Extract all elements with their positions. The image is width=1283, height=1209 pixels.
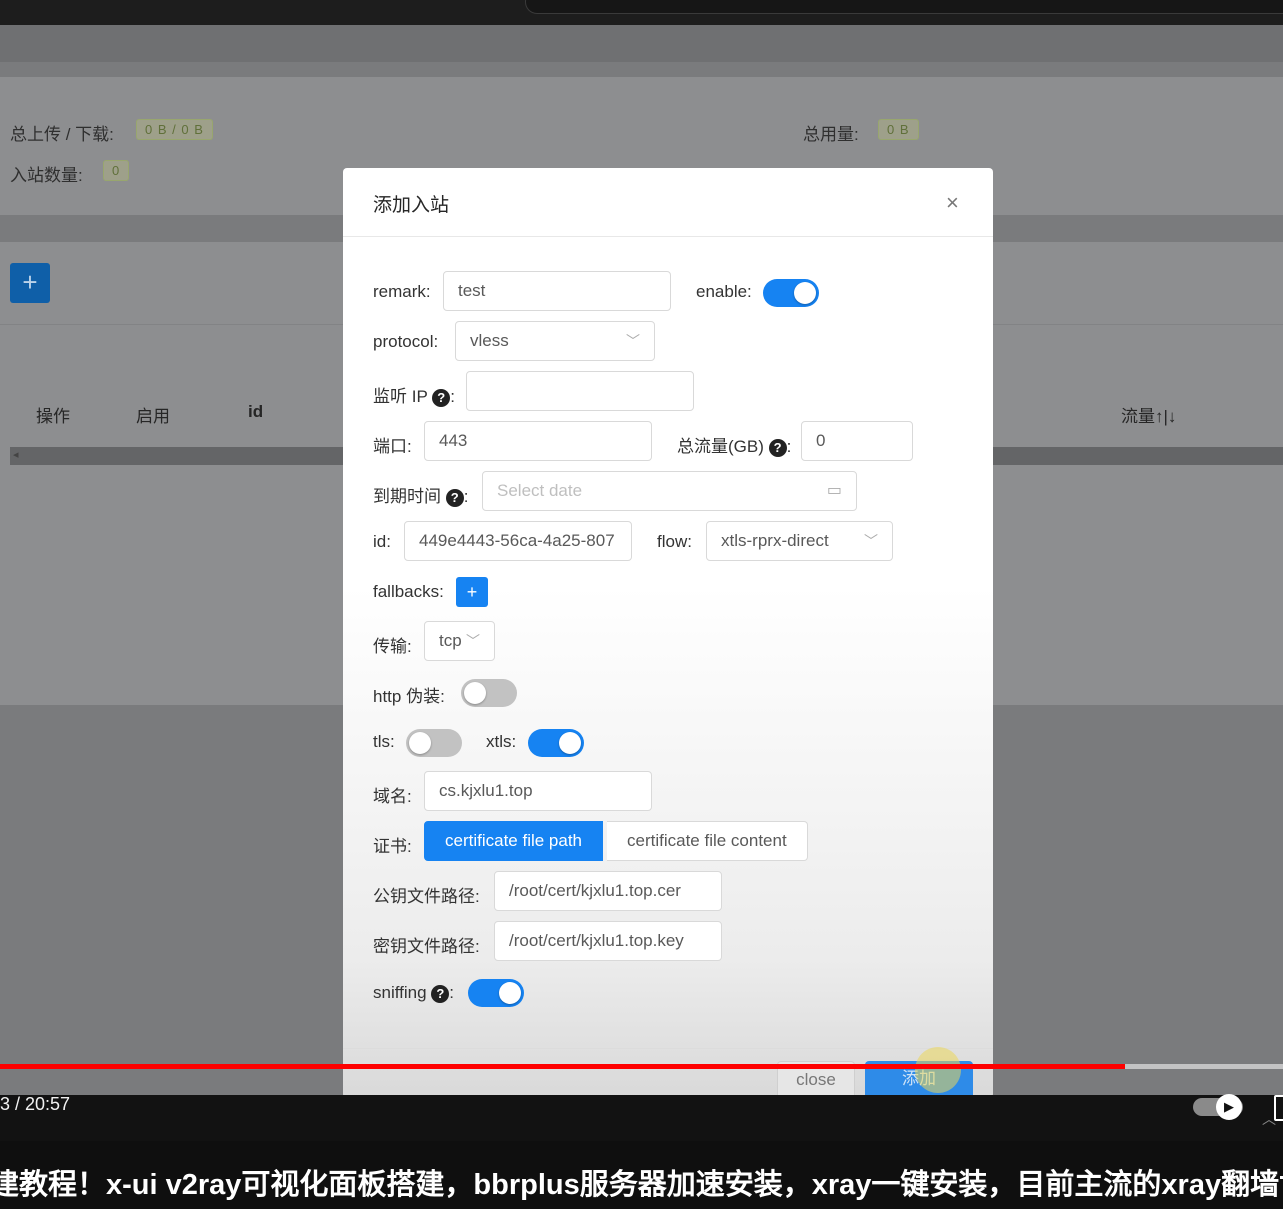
total-traffic-label: 总流量(GB) ?: — [677, 437, 792, 457]
total-used-label: 总用量: — [803, 125, 859, 144]
toggle-knob — [559, 732, 581, 754]
transport-value: tcp — [439, 631, 462, 650]
total-traffic-label-text: 总流量(GB) — [677, 437, 764, 456]
calendar-icon: ▭ — [826, 482, 842, 499]
autoplay-toggle[interactable]: ▶ — [1193, 1094, 1243, 1120]
protocol-value: vless — [470, 331, 509, 350]
http-camouflage-toggle[interactable] — [461, 679, 517, 707]
chevron-down-icon: ﹀ — [864, 533, 878, 549]
tls-toggle[interactable] — [406, 729, 462, 757]
upload-download-label: 总上传 / 下载: — [10, 125, 114, 144]
help-icon[interactable]: ? — [768, 438, 787, 457]
video-control-bar: ▶ ︿ — [0, 1094, 1283, 1141]
id-label: id: — [373, 532, 391, 551]
inbound-count-value: 0 — [103, 160, 130, 181]
protocol-label: protocol: — [373, 332, 439, 351]
modal-footer-divider — [343, 1048, 993, 1049]
add-inbound-modal: 添加入站 × remark: test enable: protocol: vl… — [343, 168, 993, 1098]
certificate-label: 证书: — [373, 837, 412, 856]
upload-download-value: 0 B / 0 B — [136, 119, 213, 140]
modal-header: 添加入站 × — [343, 168, 993, 237]
close-icon[interactable]: × — [946, 190, 959, 216]
flow-select[interactable]: xtls-rprx-direct ﹀ — [706, 521, 893, 561]
port-input[interactable]: 443 — [424, 421, 652, 461]
chevron-down-icon: ﹀ — [626, 333, 640, 349]
video-title[interactable]: 建教程！x-ui v2ray可视化面板搭建，bbrplus服务器加速安装，xra… — [0, 1161, 1283, 1203]
enable-label: enable: — [696, 282, 752, 301]
public-key-path-label: 公钥文件路径: — [373, 887, 480, 906]
toggle-knob — [499, 982, 521, 1004]
flow-label: flow: — [657, 532, 692, 551]
help-icon[interactable]: ? — [431, 984, 450, 1003]
expiry-label-text: 到期时间 — [373, 487, 441, 506]
xtls-toggle[interactable] — [528, 729, 584, 757]
uuid-input[interactable]: 449e4443-56ca-4a25-807 — [404, 521, 632, 561]
listen-ip-label: 监听 IP ?: — [373, 387, 455, 407]
total-used-value: 0 B — [878, 119, 919, 140]
listen-ip-input[interactable] — [466, 371, 694, 411]
help-icon[interactable]: ? — [445, 488, 464, 507]
page-header-band — [0, 25, 1283, 62]
expiry-placeholder: Select date — [497, 481, 583, 500]
sniffing-toggle[interactable] — [468, 979, 524, 1007]
certificate-file-content-option[interactable]: certificate file content — [607, 821, 808, 861]
total-traffic-input[interactable]: 0 — [801, 421, 913, 461]
col-enabled: 启用 — [136, 407, 170, 426]
cursor-highlight — [915, 1047, 961, 1093]
private-key-path-label: 密钥文件路径: — [373, 937, 480, 956]
remark-label: remark: — [373, 282, 431, 301]
private-key-path-input[interactable]: /root/cert/kjxlu1.top.key — [494, 921, 722, 961]
port-label: 端口: — [373, 437, 412, 456]
remark-input[interactable]: test — [443, 271, 671, 311]
enable-toggle[interactable] — [763, 279, 819, 307]
sniffing-label-text: sniffing — [373, 983, 427, 1002]
transport-select[interactable]: tcp ﹀ — [424, 621, 495, 661]
video-progress-fill — [0, 1064, 1125, 1069]
listen-ip-label-text: 监听 IP — [373, 387, 428, 406]
flow-value: xtls-rprx-direct — [721, 531, 829, 550]
protocol-select[interactable]: vless ﹀ — [455, 321, 655, 361]
inbound-count-label: 入站数量: — [10, 166, 83, 185]
domain-label: 域名: — [373, 787, 412, 806]
sniffing-label: sniffing ?: — [373, 983, 455, 1003]
xtls-label: xtls: — [486, 732, 517, 751]
expiry-label: 到期时间 ?: — [373, 487, 469, 507]
col-traffic[interactable]: 流量↑|↓ — [1121, 402, 1176, 427]
transport-label: 传输: — [373, 637, 412, 656]
browser-top-strip — [0, 0, 1283, 25]
play-icon: ▶ — [1216, 1094, 1242, 1120]
expiry-date-picker[interactable]: Select date ▭ — [482, 471, 857, 511]
certificate-file-path-option[interactable]: certificate file path — [424, 821, 604, 861]
fallbacks-label: fallbacks: — [373, 582, 444, 601]
help-icon[interactable]: ? — [432, 388, 451, 407]
chevron-down-icon: ﹀ — [466, 633, 480, 649]
add-fallback-button[interactable]: + — [456, 577, 488, 607]
http-camouflage-label: http 伪装: — [373, 687, 445, 706]
col-actions: 操作 — [36, 407, 70, 426]
modal-title: 添加入站 — [373, 195, 450, 216]
address-bar[interactable] — [525, 0, 1283, 14]
toggle-knob — [409, 732, 431, 754]
public-key-path-input[interactable]: /root/cert/kjxlu1.top.cer — [494, 871, 722, 911]
toggle-knob — [794, 282, 816, 304]
tls-label: tls: — [373, 732, 395, 751]
domain-input[interactable]: cs.kjxlu1.top — [424, 771, 652, 811]
add-inbound-button[interactable]: + — [10, 263, 50, 303]
col-id: id — [248, 402, 264, 421]
toggle-knob — [464, 682, 486, 704]
video-timecode: 3 / 20:57 — [0, 1094, 71, 1114]
chevron-up-icon[interactable]: ︿ — [1262, 1109, 1276, 1129]
scroll-left-icon[interactable]: ◂ — [13, 448, 19, 461]
